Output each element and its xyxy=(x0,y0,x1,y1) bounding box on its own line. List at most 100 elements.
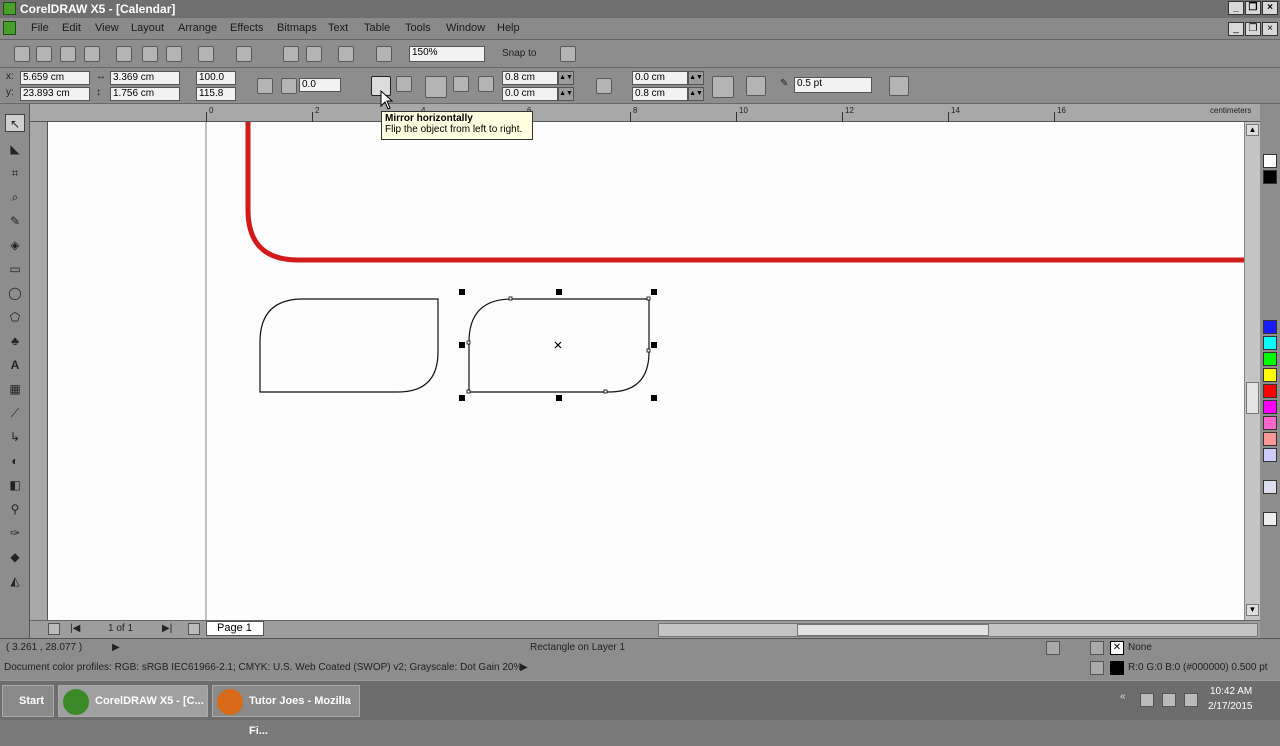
save-icon[interactable] xyxy=(60,46,76,62)
zoom-tool-icon[interactable]: ⌕ xyxy=(5,188,25,206)
paste-icon[interactable] xyxy=(166,46,182,62)
width-field[interactable]: 3.369 cm xyxy=(110,71,180,85)
palette-swatch[interactable] xyxy=(1263,368,1277,382)
open-icon[interactable] xyxy=(36,46,52,62)
palette-swatch[interactable] xyxy=(1263,400,1277,414)
center-marker[interactable] xyxy=(554,341,562,349)
text-tool-icon[interactable]: A xyxy=(5,356,25,374)
convert-to-curves-icon[interactable] xyxy=(889,76,909,96)
lock-ratio-icon[interactable] xyxy=(257,78,273,94)
network-icon[interactable] xyxy=(1140,693,1154,707)
ellipse-tool-icon[interactable]: ◯ xyxy=(5,284,25,302)
palette-swatch[interactable] xyxy=(1263,170,1277,184)
application-launcher-icon[interactable] xyxy=(338,46,354,62)
corner-top-left-field[interactable]: 0.8 cm xyxy=(502,71,558,85)
doc-minimize-button[interactable]: _ xyxy=(1228,22,1244,36)
chamfered-corner-button[interactable] xyxy=(478,76,494,92)
dimension-tool-icon[interactable]: ⟋ xyxy=(5,404,25,422)
cut-icon[interactable] xyxy=(116,46,132,62)
snap-to-dropdown[interactable]: Snap to xyxy=(502,48,536,59)
menu-file[interactable]: File xyxy=(31,22,49,34)
scalloped-corner-button[interactable] xyxy=(453,76,469,92)
corner-top-right-field[interactable]: 0.0 cm xyxy=(632,71,688,85)
fill-tool-icon[interactable]: ◆ xyxy=(5,548,25,566)
transparency-tool-icon[interactable]: ◧ xyxy=(5,476,25,494)
menu-window[interactable]: Window xyxy=(446,22,485,34)
corner-bottom-right-field[interactable]: 0.8 cm xyxy=(632,87,688,101)
rectangle-tool-icon[interactable]: ▭ xyxy=(5,260,25,278)
scroll-down-button[interactable]: ▼ xyxy=(1246,604,1259,616)
show-hidden-icons-chevron[interactable]: « xyxy=(1120,691,1126,702)
clock-date[interactable]: 2/17/2015 xyxy=(1208,701,1253,712)
options-icon[interactable] xyxy=(560,46,576,62)
coreldraw-app-icon[interactable] xyxy=(3,2,16,15)
palette-swatch[interactable] xyxy=(1263,336,1277,350)
action-center-icon[interactable] xyxy=(1184,693,1198,707)
close-button[interactable]: × xyxy=(1262,1,1278,15)
palette-swatch[interactable] xyxy=(1263,352,1277,366)
outline-width-select[interactable]: 0.5 pt xyxy=(794,77,872,93)
round-corner-button[interactable] xyxy=(425,76,447,98)
vertical-scrollbar[interactable]: ▲ ▼ xyxy=(1244,122,1260,620)
doc-close-button[interactable]: × xyxy=(1262,22,1278,36)
smart-fill-tool-icon[interactable]: ◈ xyxy=(5,236,25,254)
red-border-line[interactable] xyxy=(245,122,1244,263)
menu-view[interactable]: View xyxy=(95,22,119,34)
horizontal-ruler[interactable]: 0 2 4 6 8 10 12 14 16 centimeters xyxy=(30,104,1260,122)
blend-tool-icon[interactable]: ◐ xyxy=(5,452,25,470)
menu-layout[interactable]: Layout xyxy=(131,22,164,34)
edit-corners-together-icon[interactable] xyxy=(596,78,612,94)
import-icon[interactable] xyxy=(283,46,299,62)
welcome-screen-icon[interactable] xyxy=(376,46,392,62)
palette-swatch[interactable] xyxy=(1263,154,1277,168)
mirror-vertically-button[interactable] xyxy=(396,76,412,92)
basic-shapes-tool-icon[interactable]: ♣ xyxy=(5,332,25,350)
shape-tool-icon[interactable]: ◣ xyxy=(5,140,25,158)
horizontal-scrollbar[interactable] xyxy=(658,623,1258,637)
clock-time[interactable]: 10:42 AM xyxy=(1210,686,1252,697)
palette-swatch[interactable] xyxy=(1263,448,1277,462)
palette-swatch[interactable] xyxy=(1263,416,1277,430)
corner-top-left-spinner[interactable]: ▲▼ xyxy=(558,71,574,85)
crop-tool-icon[interactable]: ⌗ xyxy=(5,164,25,182)
palette-swatch[interactable] xyxy=(1263,384,1277,398)
rotation-field[interactable]: 0.0 xyxy=(299,78,341,92)
palette-swatch[interactable] xyxy=(1263,432,1277,446)
horizontal-scroll-thumb[interactable] xyxy=(797,624,989,636)
polygon-tool-icon[interactable]: ⬠ xyxy=(5,308,25,326)
menu-table[interactable]: Table xyxy=(364,22,390,34)
y-position-field[interactable]: 23.893 cm xyxy=(20,87,90,101)
relative-corner-scaling-icon[interactable] xyxy=(712,76,734,98)
palette-swatch[interactable] xyxy=(1263,480,1277,494)
palette-swatch[interactable] xyxy=(1263,512,1277,526)
color-profiles-info[interactable]: Document color profiles: RGB: sRGB IEC61… xyxy=(4,662,522,673)
vertical-ruler[interactable] xyxy=(30,122,48,620)
scale-x-field[interactable]: 100.0 xyxy=(196,71,236,85)
table-tool-icon[interactable]: ▦ xyxy=(5,380,25,398)
start-button[interactable]: Start xyxy=(2,685,54,717)
corner-bottom-left-spinner[interactable]: ▲▼ xyxy=(558,87,574,101)
export-icon[interactable] xyxy=(306,46,322,62)
interactive-fill-tool-icon[interactable]: ◭ xyxy=(5,572,25,590)
vertical-scroll-thumb[interactable] xyxy=(1246,382,1259,414)
last-page-button[interactable]: ▶| xyxy=(162,623,172,634)
x-position-field[interactable]: 5.659 cm xyxy=(20,71,90,85)
snap-icon[interactable] xyxy=(1046,641,1060,655)
menu-tools[interactable]: Tools xyxy=(405,22,431,34)
restore-button[interactable]: ❐ xyxy=(1245,1,1261,15)
menu-arrange[interactable]: Arrange xyxy=(178,22,217,34)
menu-effects[interactable]: Effects xyxy=(230,22,263,34)
document-icon[interactable] xyxy=(3,21,16,35)
outline-color-swatch[interactable] xyxy=(1110,661,1124,675)
scroll-up-button[interactable]: ▲ xyxy=(1246,124,1259,136)
menu-text[interactable]: Text xyxy=(328,22,348,34)
height-field[interactable]: 1.756 cm xyxy=(110,87,180,101)
redo-icon[interactable] xyxy=(236,46,252,62)
volume-icon[interactable] xyxy=(1162,693,1176,707)
copy-icon[interactable] xyxy=(142,46,158,62)
menu-help[interactable]: Help xyxy=(497,22,520,34)
scale-y-field[interactable]: 115.8 xyxy=(196,87,236,101)
rounded-rectangle-left[interactable] xyxy=(259,298,439,393)
page-tab[interactable]: Page 1 xyxy=(206,621,264,636)
menu-edit[interactable]: Edit xyxy=(62,22,81,34)
